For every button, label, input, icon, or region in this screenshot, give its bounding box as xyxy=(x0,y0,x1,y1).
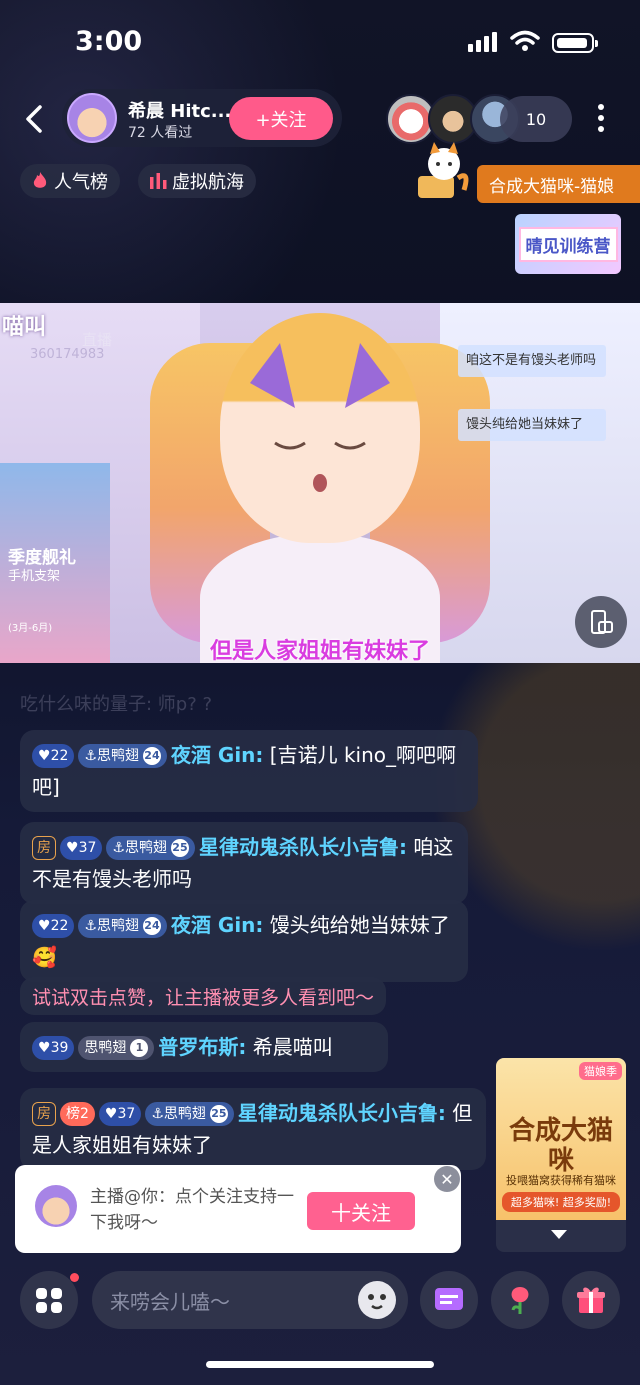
home-indicator[interactable] xyxy=(206,1361,434,1368)
club-badge: ⚓ 思鸭翅 24 xyxy=(78,914,167,938)
fan-level-badge: ♥ 22 xyxy=(32,744,75,768)
host-avatar[interactable] xyxy=(67,93,117,143)
promo-season-tag: 猫娘季 xyxy=(579,1062,622,1080)
game-banner[interactable]: 合成大猫咪-猫娘 xyxy=(477,165,640,203)
chat-username[interactable]: 普罗布斯: xyxy=(158,1035,246,1059)
host-name: 希晨 Hitc... xyxy=(128,101,232,122)
collapse-caret-icon[interactable] xyxy=(551,1230,567,1239)
chat-message[interactable]: 房 ♥ 37 ⚓ 思鸭翅 25 星律动鬼杀队长小吉鲁: 咱这不是有馒头老师吗 xyxy=(20,822,468,904)
room-admin-badge: 房 xyxy=(32,1102,56,1126)
message-card-icon xyxy=(435,1288,463,1310)
club-badge: ⚓ 思鸭翅 25 xyxy=(106,836,195,860)
video-chat-overlay: 咱这不是有馒头老师吗 xyxy=(458,345,606,377)
video-chat-overlay: 馒头纯给她当妹妹了 xyxy=(458,409,606,441)
promo-subtitle: 投喂猫窝获得稀有猫咪 xyxy=(506,1174,616,1187)
fan-level-badge: ♥ 39 xyxy=(32,1036,75,1060)
cellular-signal-icon xyxy=(468,32,497,52)
rose-gift-button[interactable] xyxy=(491,1271,549,1329)
popup-follow-button[interactable]: 十关注 xyxy=(307,1192,415,1230)
back-arrow-icon[interactable] xyxy=(22,104,48,134)
bars-icon xyxy=(150,173,167,189)
more-options-icon[interactable] xyxy=(596,104,606,132)
training-camp-label: 晴见训练营 xyxy=(518,226,618,262)
promo-bonus: 超多猫咪! 超多奖励! xyxy=(502,1192,620,1212)
vtuber-avatar xyxy=(220,313,420,543)
grid-robot-icon xyxy=(36,1288,62,1313)
stream-logo: 喵叫 xyxy=(2,315,47,340)
rose-icon xyxy=(511,1287,529,1314)
chat-text: 希晨喵叫 xyxy=(252,1035,333,1059)
virtual-voyage-tag[interactable]: 虚拟航海 xyxy=(138,164,256,198)
lucky-cat-icon[interactable] xyxy=(414,140,472,202)
club-badge: ⚓ 思鸭翅 25 xyxy=(145,1102,234,1126)
chat-username[interactable]: 星律动鬼杀队长小吉鲁: xyxy=(238,1101,446,1125)
follow-button[interactable]: +关注 xyxy=(229,97,333,140)
wifi-icon xyxy=(510,30,540,51)
fan-level-badge: ♥ 37 xyxy=(60,836,103,860)
close-icon[interactable]: ✕ xyxy=(434,1166,460,1192)
chat-username[interactable]: 夜酒 Gin: xyxy=(171,743,263,767)
game-promo-card[interactable]: 猫娘季 合成大猫咪 投喂猫窝获得稀有猫咪 超多猫咪! 超多奖励! xyxy=(496,1058,626,1252)
chat-message[interactable]: ♥ 22 ⚓ 思鸭翅 24 夜酒 Gin: 馒头纯给她当妹妹了 🥰 xyxy=(20,900,468,982)
chat-message[interactable]: ♥ 22 ⚓ 思鸭翅 24 夜酒 Gin: [吉诺儿 kino_啊吧啊吧] xyxy=(20,730,478,812)
status-bar: 3:00 xyxy=(0,0,640,84)
rotate-screen-button[interactable] xyxy=(575,596,627,648)
follow-prompt-text: 主播@你：点个关注支持一下我呀～ xyxy=(90,1187,294,1233)
more-features-button[interactable] xyxy=(20,1271,78,1329)
status-time: 3:00 xyxy=(75,26,143,57)
emoji-icon[interactable] xyxy=(358,1281,396,1319)
promo-title: 合成大猫咪 xyxy=(508,1116,613,1176)
video-subtitle: 但是人家姐姐有妹妹了 xyxy=(209,639,430,663)
notification-dot xyxy=(70,1273,79,1282)
avatar-face xyxy=(250,343,390,492)
danmaku-button[interactable] xyxy=(420,1271,478,1329)
chat-username[interactable]: 星律动鬼杀队长小吉鲁: xyxy=(199,835,407,859)
system-tip: 试试双击点赞，让主播被更多人看到吧～ xyxy=(20,977,387,1015)
rotate-screen-icon xyxy=(591,610,613,634)
online-count-badge[interactable]: 10 xyxy=(500,96,572,142)
training-camp-card[interactable]: 晴见训练营 xyxy=(515,214,621,274)
fan-level-badge: ♥ 37 xyxy=(98,1102,142,1126)
chat-username[interactable]: 夜酒 Gin: xyxy=(171,913,263,937)
emoji-face-icon xyxy=(368,1294,386,1310)
faded-chat-line: 吃什么味的量子: 师p? ? xyxy=(20,694,213,715)
host-viewers-text: 72 人看过 xyxy=(128,125,193,141)
gift-box-icon xyxy=(577,1287,605,1313)
follow-prompt-popup: 主播@你：点个关注支持一下我呀～ 十关注 xyxy=(15,1165,461,1253)
gift-button[interactable] xyxy=(562,1271,620,1329)
live-video[interactable]: 季度舰礼 手机支架 (3月-6月) 喵叫 直播 360174983 咱这不是有馒… xyxy=(0,303,640,663)
popularity-rank-tag[interactable]: 人气榜 xyxy=(20,164,120,198)
poster-subtitle: 手机支架 xyxy=(8,569,61,584)
host-avatar-small xyxy=(35,1185,77,1227)
blush-emoji-icon: 🥰 xyxy=(32,945,57,969)
chat-message[interactable]: ♥ 39 思鸭翅 1 普罗布斯: 希晨喵叫 xyxy=(20,1022,388,1072)
battery-icon xyxy=(552,33,598,53)
club-badge: 思鸭翅 1 xyxy=(78,1036,155,1060)
rank-badge: 榜2 xyxy=(60,1102,95,1126)
stream-room-id: 360174983 xyxy=(30,347,105,362)
club-badge: ⚓ 思鸭翅 24 xyxy=(78,744,167,768)
poster-date: (3月-6月) xyxy=(8,623,53,634)
chat-text: 馒头纯给她当妹妹了 xyxy=(269,913,450,937)
fan-level-badge: ♥ 22 xyxy=(32,914,75,938)
tag-label: 人气榜 xyxy=(54,172,108,193)
chat-message[interactable]: 房榜2 ♥ 37 ⚓ 思鸭翅 25 星律动鬼杀队长小吉鲁: 但是人家姐姐有妹妹了 xyxy=(20,1088,486,1170)
tag-label: 虚拟航海 xyxy=(172,172,244,193)
room-admin-badge: 房 xyxy=(32,836,56,860)
flame-icon xyxy=(33,172,47,188)
